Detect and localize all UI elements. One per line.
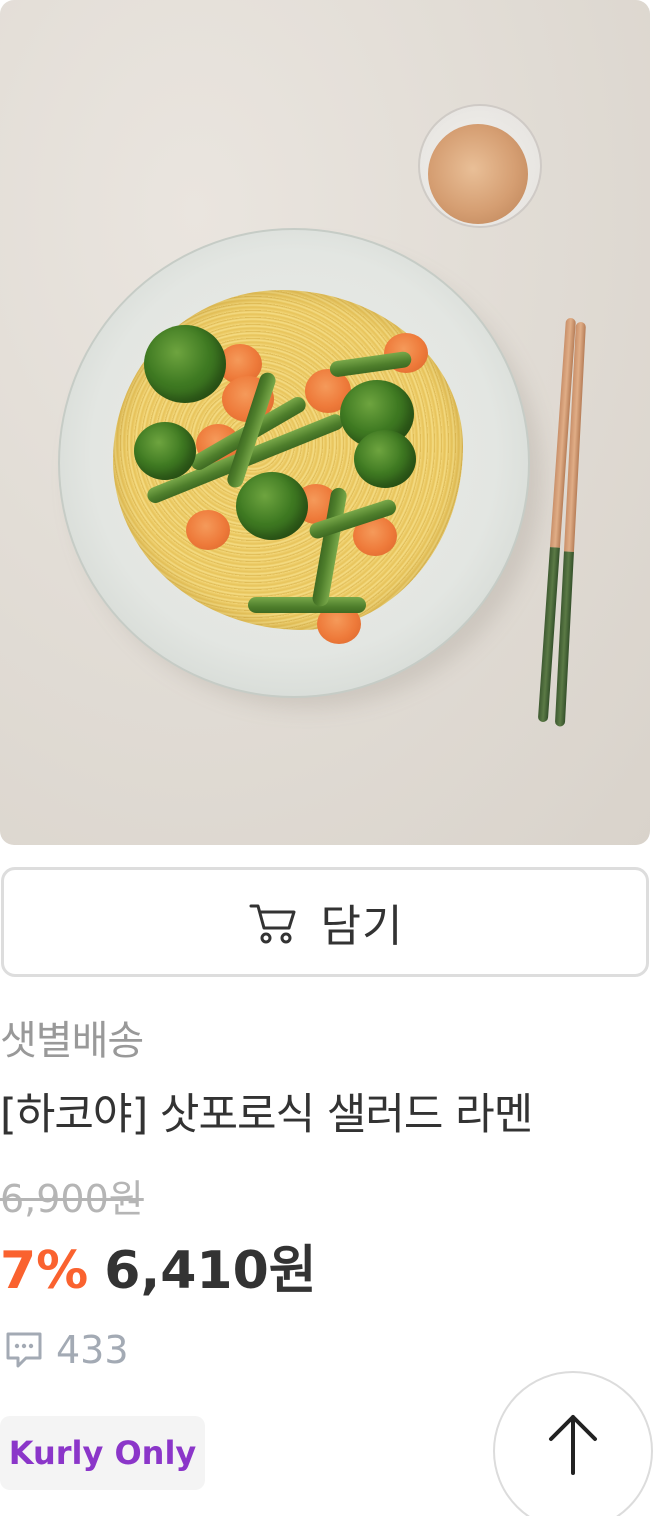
broccoli-floret — [144, 325, 226, 403]
add-to-cart-label: 담기 — [320, 901, 404, 952]
cart-icon — [249, 904, 296, 944]
product-name[interactable]: [하코야] 삿포로식 샐러드 라멘 — [0, 1080, 533, 1142]
product-image[interactable] — [0, 0, 650, 845]
original-price: 6,900원 — [0, 1177, 144, 1221]
sauce — [428, 124, 528, 224]
review-bubble-icon — [6, 1332, 42, 1368]
badge-label: Kurly Only — [8, 1434, 197, 1472]
kurly-only-badge: Kurly Only — [0, 1416, 205, 1490]
green-bean — [248, 597, 366, 613]
arrow-up-icon — [549, 1415, 597, 1475]
review-count: 433 — [56, 1328, 129, 1372]
discount-rate: 7% — [0, 1241, 89, 1301]
sale-price: 6,410원 — [104, 1241, 317, 1301]
price-row: 7% 6,410원 — [0, 1228, 317, 1303]
scroll-to-top-button[interactable] — [493, 1371, 653, 1516]
review-count-row: 433 — [2, 1328, 129, 1372]
broccoli-floret — [134, 422, 196, 480]
product-card: 담기 샛별배송 [하코야] 삿포로식 샐러드 라멘 6,900원 7% 6,41… — [0, 0, 663, 1516]
broccoli-floret — [236, 472, 308, 540]
add-to-cart-button[interactable]: 담기 — [1, 867, 649, 977]
carrot-slice — [186, 510, 230, 550]
delivery-type: 샛별배송 — [0, 1018, 144, 1064]
broccoli-floret — [354, 430, 416, 488]
